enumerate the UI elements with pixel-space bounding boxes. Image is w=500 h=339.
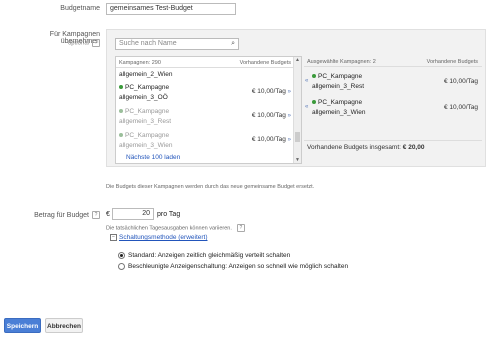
add-arrow-icon[interactable]: » (288, 89, 291, 95)
add-arrow-icon[interactable]: » (288, 113, 291, 119)
selected-header: Ausgewählte Kampagnen: 2 (307, 59, 376, 65)
campaign-budget: € 10,00/Tag » (251, 136, 291, 143)
campaign-budget: € 10,00/Tag (444, 78, 478, 85)
active-status-icon (312, 74, 316, 79)
add-arrow-icon[interactable]: » (288, 137, 291, 143)
option-accelerated-label: Beschleunigte Anzeigenschaltung: Anzeige… (128, 263, 349, 271)
selected-total-value: € 20,00 (402, 144, 425, 151)
selected-budget-header: Vorhandene Budgets (426, 59, 478, 65)
available-header: Kampagnen: 290 (119, 60, 161, 66)
campaign-budget: € 10,00/Tag » (251, 112, 291, 119)
scroll-up-icon[interactable]: ▲ (295, 57, 300, 63)
campaign-name-detail: allgemein_3_Rest (119, 118, 172, 125)
list-item[interactable]: « PC_Kampagne allgemein_3_Wien € 10,00/T… (304, 98, 482, 120)
campaign-picker-panel: Suche nach Name ⌕ Kampagnen: 290 Vorhand… (106, 29, 486, 167)
available-budget-header: Vorhandene Budgets (239, 60, 291, 66)
selected-campaigns-list: Ausgewählte Kampagnen: 2 Vorhandene Budg… (304, 56, 482, 164)
campaign-name-detail: allgemein_3_Wien (312, 109, 366, 116)
scroll-down-icon[interactable]: ▼ (295, 157, 300, 163)
cancel-button[interactable]: Abbrechen (45, 318, 83, 333)
search-icon[interactable]: ⌕ (231, 39, 235, 49)
active-status-icon (119, 109, 123, 114)
delivery-toggle-label: Schaltungsmethode (erweitert) (119, 234, 208, 242)
campaign-name: allgemein_2_Wien (119, 71, 173, 78)
campaign-name-detail: allgemein_3_OÖ (119, 94, 168, 101)
option-standard-label: Standard: Anzeigen zeitlich gleichmäßig … (128, 252, 291, 260)
amount-label: Betrag für Budget? (10, 211, 100, 219)
amount-label-text: Betrag für Budget (34, 211, 89, 219)
list-item[interactable]: « PC_Kampagne allgemein_3_Rest € 10,00/T… (304, 72, 482, 94)
delivery-toggle[interactable]: − Schaltungsmethode (erweitert) (110, 234, 208, 241)
selected-total: Vorhandene Budgets insgesamt: € 20,00 (307, 144, 424, 151)
campaign-search-placeholder: Suche nach Name (119, 40, 177, 47)
delivery-option-standard[interactable]: Standard: Anzeigen zeitlich gleichmäßig … (118, 252, 290, 259)
remove-arrow-icon[interactable]: « (305, 104, 308, 110)
campaign-name-detail: allgemein_3_Rest (312, 83, 365, 90)
campaign-name: PC_Kampagne (312, 99, 362, 106)
load-next-link[interactable]: Nächste 100 laden (126, 154, 180, 161)
budget-name-label: Budgetname (60, 5, 100, 12)
amount-hint: Die tatsächlichen Tagesausgaben können v… (106, 224, 245, 232)
campaign-name-detail: allgemein_3_Wien (119, 142, 173, 149)
amount-currency: € (106, 211, 110, 218)
collapse-icon[interactable]: − (110, 234, 117, 241)
delivery-option-accelerated[interactable]: Beschleunigte Anzeigenschaltung: Anzeige… (118, 263, 348, 270)
radio-standard[interactable] (118, 252, 125, 259)
campaign-budget: € 10,00/Tag » (251, 88, 291, 95)
list-item[interactable]: allgemein_2_Wien (116, 69, 301, 81)
remove-arrow-icon[interactable]: « (305, 78, 308, 84)
list-item[interactable]: PC_Kampagne allgemein_3_OÖ € 10,00/Tag » (116, 83, 301, 105)
available-campaigns-list: Kampagnen: 290 Vorhandene Budgets allgem… (115, 56, 302, 164)
amount-unit: pro Tag (157, 211, 181, 218)
campaign-name: PC_Kampagne (119, 108, 169, 115)
campaign-name: PC_Kampagne (312, 73, 362, 80)
radio-accelerated[interactable] (118, 263, 125, 270)
budget-name-input[interactable]: gemeinsames Test-Budget (106, 3, 236, 15)
amount-hint-text: Die tatsächlichen Tagesausgaben können v… (106, 225, 232, 232)
save-button[interactable]: Speichern (4, 318, 41, 333)
campaign-budget: € 10,00/Tag (444, 104, 478, 111)
campaign-name: PC_Kampagne (119, 84, 169, 91)
list-item[interactable]: PC_Kampagne allgemein_3_Rest € 10,00/Tag… (116, 107, 301, 129)
campaigns-optional-label: optional? (10, 39, 100, 47)
list-item[interactable]: PC_Kampagne allgemein_3_Wien € 10,00/Tag… (116, 131, 301, 153)
active-status-icon (312, 100, 316, 105)
help-icon[interactable]: ? (92, 39, 100, 47)
help-icon[interactable]: ? (92, 211, 100, 219)
active-status-icon (119, 85, 123, 90)
campaigns-note: Die Budgets dieser Kampagnen werden durc… (106, 184, 315, 190)
campaigns-optional-text: optional (67, 40, 89, 47)
help-icon[interactable]: ? (236, 224, 245, 232)
campaign-search-input[interactable]: Suche nach Name ⌕ (115, 38, 239, 50)
list-scrollbar[interactable]: ▲ ▼ (293, 57, 301, 163)
campaign-name: PC_Kampagne (119, 132, 169, 139)
scroll-thumb[interactable] (295, 132, 300, 142)
active-status-icon (119, 133, 123, 138)
amount-input[interactable]: 20 (112, 208, 154, 220)
selected-total-label: Vorhandene Budgets insgesamt: (307, 144, 401, 151)
